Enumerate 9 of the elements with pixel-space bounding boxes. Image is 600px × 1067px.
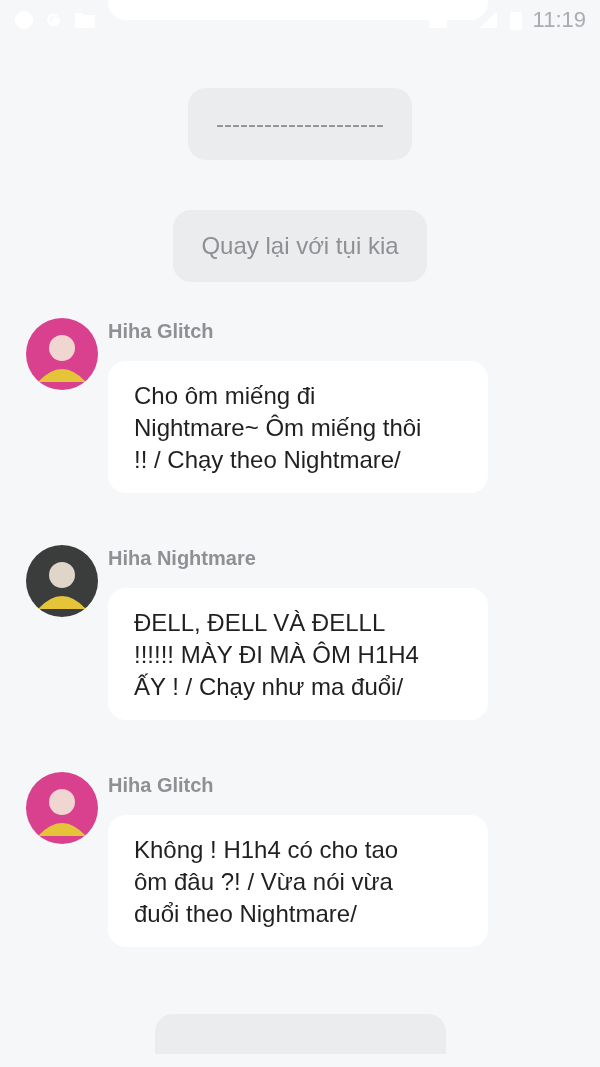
message-bubble: ĐELL, ĐELL VÀ ĐELLL !!!!!! MÀY ĐI MÀ ÔM H1H4 ẤY ! / Chạy như ma đuổi/	[108, 588, 488, 720]
message-bubble: Không ! H1h4 có cho tao ôm đâu ?! / Vừa nói vừa đuổi theo Nightmare/	[108, 815, 488, 947]
sender-name: Hiha Nightmare	[108, 546, 257, 570]
message-bubble: Cho ôm miếng đi Nightmare~ Ôm miếng thôi !! / Chạy theo Nightmare/	[108, 361, 488, 493]
sender-name: Hiha Glitch	[108, 319, 215, 343]
system-message: Quay lại với tụi kia	[173, 210, 427, 282]
sender-name: Hiha Glitch	[108, 773, 215, 797]
system-message: ---------------------	[188, 88, 412, 160]
clock-time: 11:19	[532, 7, 586, 33]
